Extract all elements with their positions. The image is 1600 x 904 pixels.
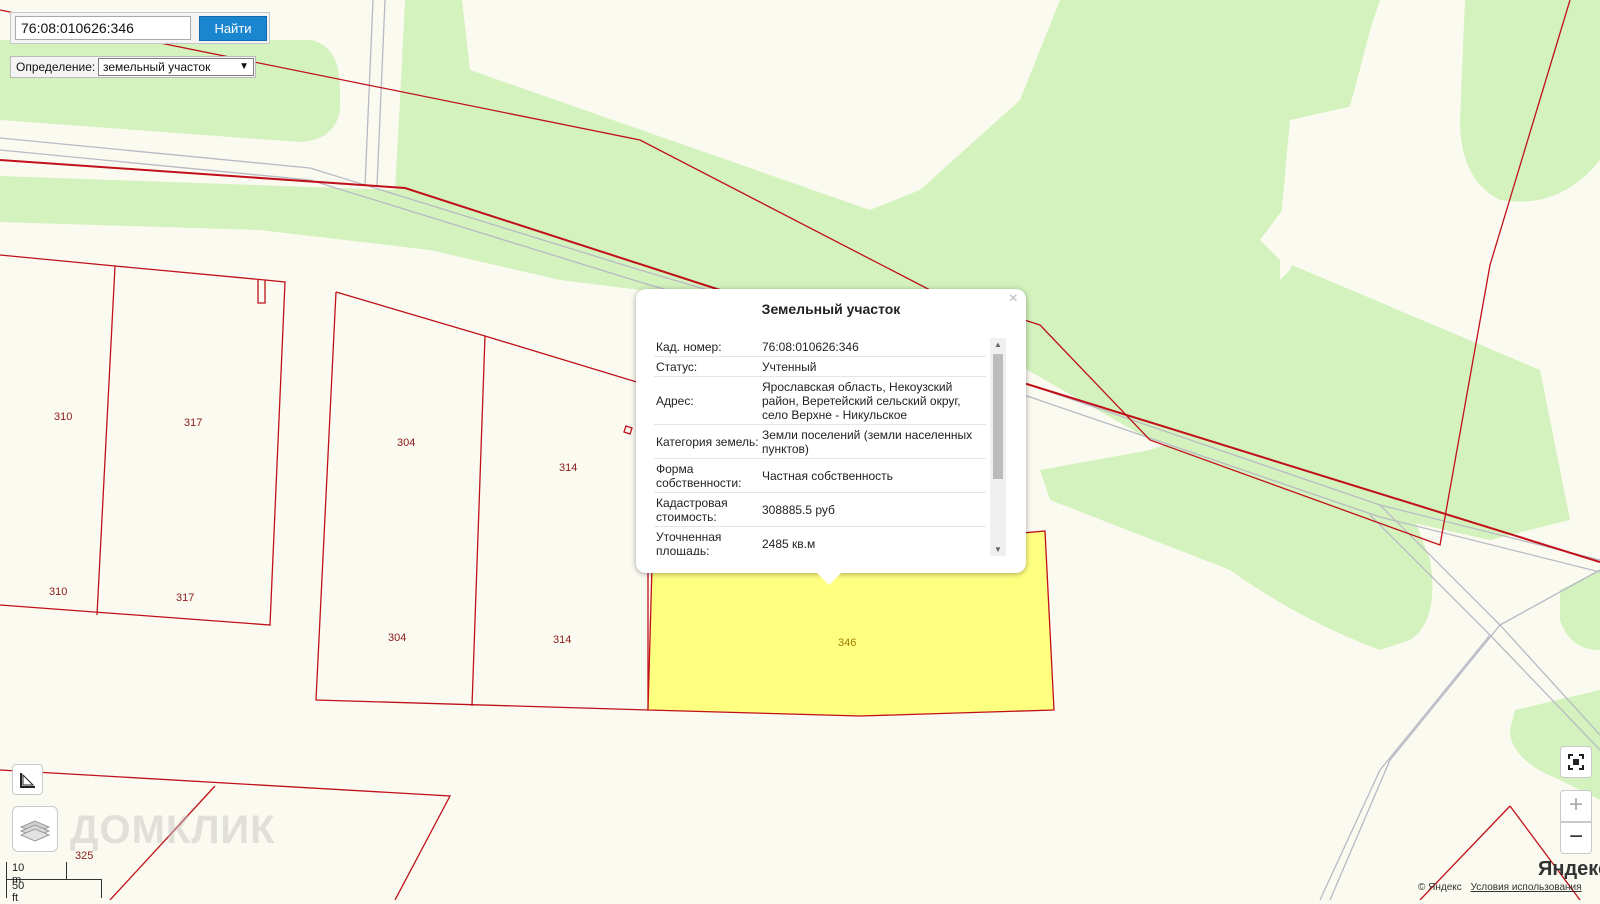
- info-key: Кадастровая стоимость:: [656, 495, 728, 524]
- info-key: Форма собственности:: [656, 461, 742, 490]
- info-row: Кадастровая стоимость: 308885.5 руб: [654, 493, 986, 527]
- search-panel: Найти: [10, 12, 270, 44]
- info-key: Уточненная площадь:: [656, 529, 722, 556]
- plot-label: 317: [176, 592, 194, 604]
- popup-title: Земельный участок: [761, 301, 901, 317]
- scroll-down-icon[interactable]: ▼: [990, 545, 1006, 554]
- plot-info-popup: × Земельный участок Кад. номер: 76:08:01…: [636, 289, 1026, 585]
- domclick-watermark: ДОМКЛИК: [70, 808, 276, 852]
- info-key: Статус:: [656, 359, 698, 374]
- info-key: Категория земель:: [656, 434, 759, 449]
- info-row: Уточненная площадь: 2485 кв.м: [654, 527, 986, 556]
- zoom-out-button[interactable]: −: [1560, 822, 1592, 854]
- terms-link[interactable]: Условия использования: [1471, 882, 1582, 893]
- zoom-in-button[interactable]: +: [1560, 790, 1592, 822]
- popup-info-table: Кад. номер: 76:08:010626:346 Статус: Учт…: [654, 337, 986, 555]
- plot-label: 317: [184, 417, 202, 429]
- copyright-text: © Яндекс: [1418, 882, 1462, 893]
- info-value: Учтенный: [762, 359, 817, 374]
- plot-label: 304: [397, 437, 415, 449]
- info-value: 308885.5 руб: [762, 502, 835, 517]
- chevron-down-icon: ▼: [239, 61, 249, 72]
- info-value: Ярославская область, Некоузский район, В…: [762, 379, 961, 422]
- popup-pointer: [817, 573, 841, 585]
- map-copyright: © Яндекс Условия использования: [1418, 882, 1582, 893]
- info-row: Адрес: Ярославская область, Некоузский р…: [654, 377, 986, 425]
- info-value: Частная собственность: [762, 468, 893, 483]
- definition-panel: Определение: земельный участок ▼: [10, 56, 256, 78]
- plot-label: 310: [49, 586, 67, 598]
- layers-button[interactable]: [12, 806, 58, 852]
- layers-icon: [19, 820, 51, 842]
- definition-select[interactable]: земельный участок ▼: [98, 58, 254, 76]
- fullscreen-button[interactable]: [1560, 746, 1592, 778]
- info-row: Статус: Учтенный: [654, 357, 986, 377]
- scrollbar-thumb[interactable]: [993, 354, 1003, 479]
- definition-label: Определение:: [16, 60, 96, 74]
- plot-label-selected: 346: [838, 637, 856, 649]
- info-value: 2485 кв.м: [762, 536, 816, 551]
- info-row: Категория земель: Земли поселений (земли…: [654, 425, 986, 459]
- plot-label: 304: [388, 632, 406, 644]
- plot-label: 310: [54, 411, 72, 423]
- cadastral-search-input[interactable]: [15, 16, 191, 40]
- search-button[interactable]: Найти: [199, 16, 267, 41]
- fullscreen-icon: [1568, 754, 1584, 770]
- yandex-logo: Яндекс: [1538, 858, 1600, 880]
- info-value: 76:08:010626:346: [762, 339, 859, 354]
- info-row: Кад. номер: 76:08:010626:346: [654, 337, 986, 357]
- info-key: Адрес:: [656, 393, 694, 408]
- ruler-button[interactable]: [12, 764, 43, 795]
- info-value: Земли поселений (земли населенных пункто…: [762, 427, 973, 456]
- plot-label: 314: [559, 462, 577, 474]
- plot-label: 314: [553, 634, 571, 646]
- info-key: Кад. номер:: [656, 339, 722, 354]
- scroll-up-icon[interactable]: ▲: [990, 340, 1006, 349]
- ruler-icon: [20, 773, 35, 788]
- scale-imperial: 50 ft: [12, 880, 25, 904]
- definition-select-value: земельный участок: [103, 60, 211, 74]
- popup-scrollbar[interactable]: ▲ ▼: [990, 338, 1006, 556]
- info-row: Форма собственности: Частная собственнос…: [654, 459, 986, 493]
